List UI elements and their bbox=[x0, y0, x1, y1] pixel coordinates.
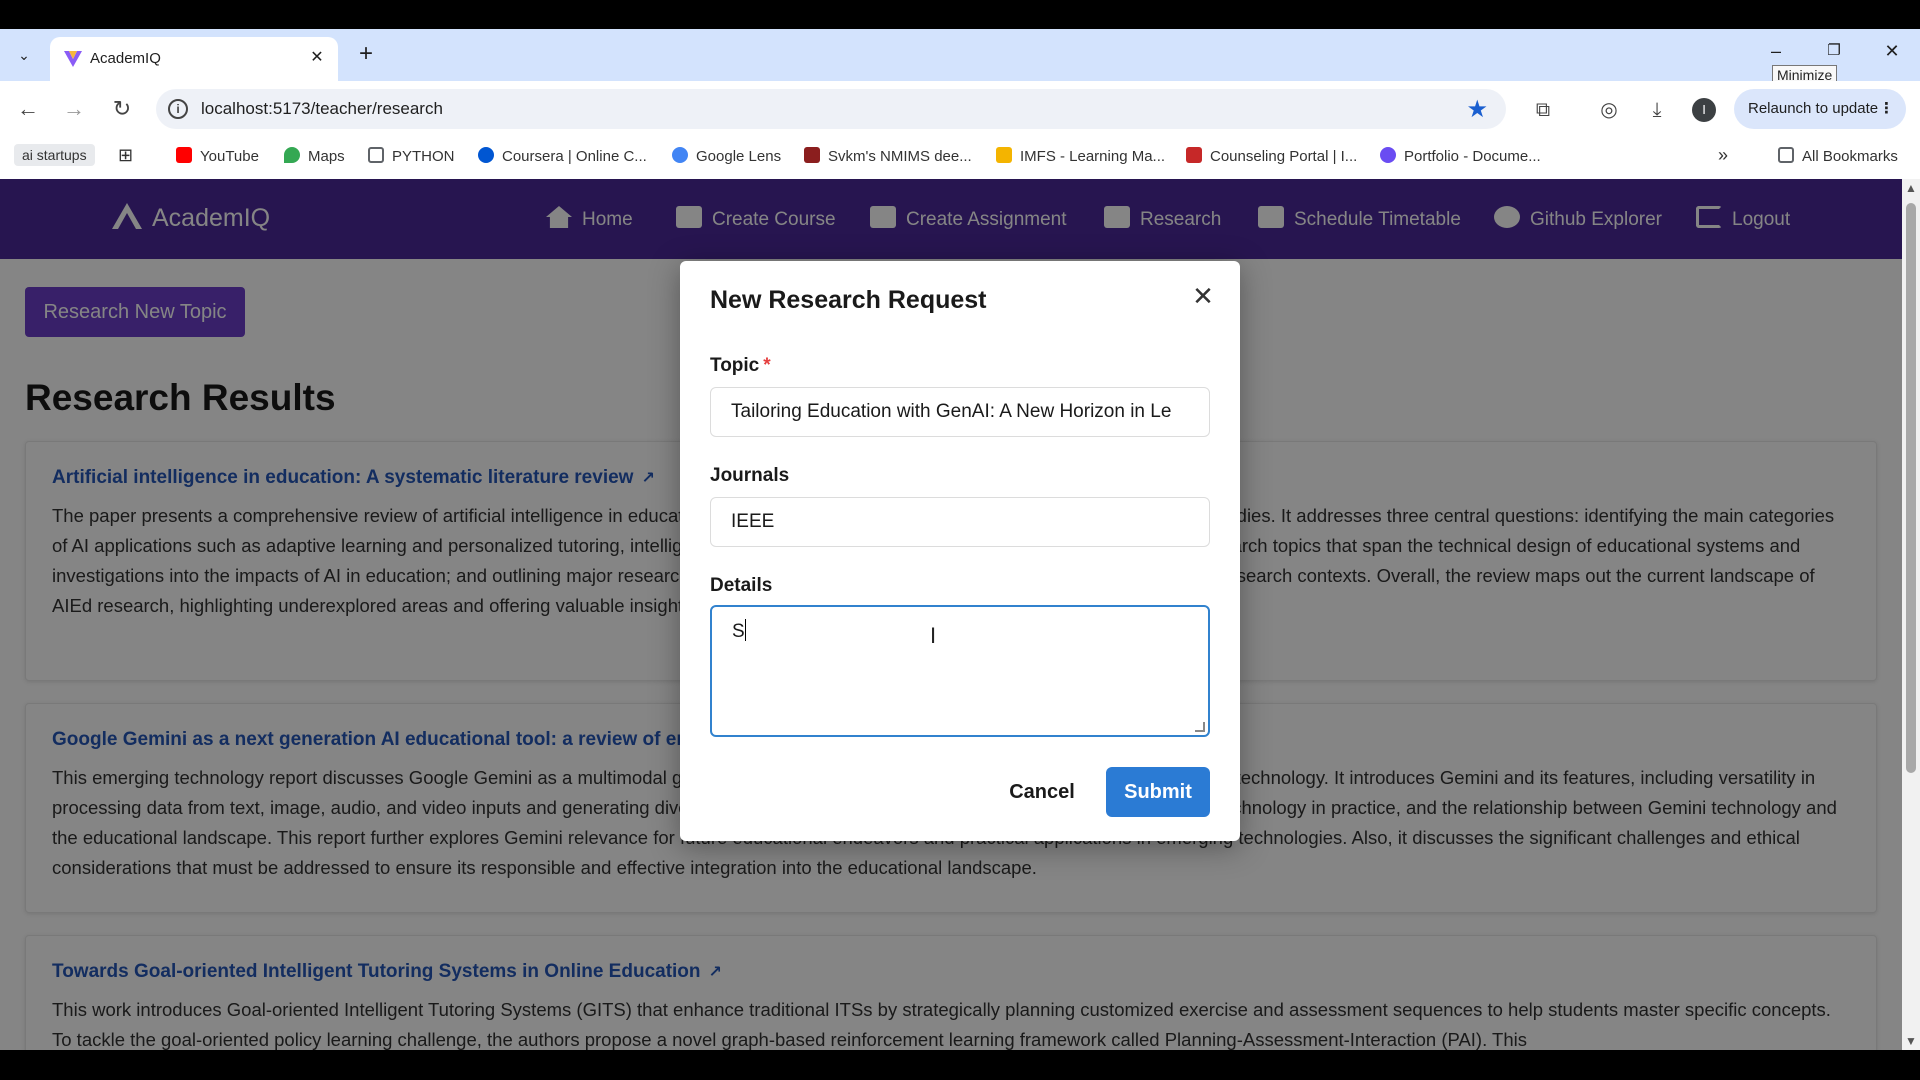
details-text: S bbox=[732, 621, 745, 642]
minimize-icon[interactable]: – bbox=[1756, 37, 1796, 65]
journals-input[interactable]: IEEE bbox=[710, 497, 1210, 547]
relaunch-button[interactable]: Relaunch to update ⋮ bbox=[1734, 89, 1906, 129]
coursera-icon bbox=[478, 147, 494, 163]
required-marker: * bbox=[763, 355, 771, 376]
bookmark-label: PYTHON bbox=[392, 148, 455, 165]
bookmark-label: Counseling Portal | I... bbox=[1210, 148, 1358, 165]
web-app: AcademIQ Home Create Course Create Assig… bbox=[0, 179, 1902, 1050]
bookmark-label: YouTube bbox=[200, 148, 259, 165]
bookmark-label: Maps bbox=[308, 148, 345, 165]
bookmarks-bar: ai startups ⊞ YouTube Maps PYTHON Course… bbox=[0, 137, 1920, 179]
page-scrollbar[interactable]: ▲ ▼ bbox=[1902, 179, 1920, 1050]
scroll-up-icon[interactable]: ▲ bbox=[1905, 181, 1917, 195]
all-bookmarks-label: All Bookmarks bbox=[1802, 148, 1898, 165]
browser-chrome: ⌄ AcademIQ ✕ + – ❐ ✕ Minimize ← → ↻ i lo… bbox=[0, 29, 1920, 179]
topic-label: Topic * bbox=[710, 355, 771, 377]
new-tab-icon[interactable]: + bbox=[352, 41, 380, 69]
bookmark-label: Coursera | Online C... bbox=[502, 148, 647, 165]
download-icon[interactable]: ⤓ bbox=[1644, 97, 1670, 123]
tab-strip: ⌄ AcademIQ ✕ + – ❐ ✕ Minimize bbox=[0, 29, 1920, 85]
portfolio-icon bbox=[1380, 147, 1396, 163]
tab-title: AcademIQ bbox=[90, 50, 161, 67]
maps-icon bbox=[284, 147, 300, 163]
details-textarea[interactable]: S I bbox=[710, 605, 1210, 737]
all-bookmarks[interactable]: All Bookmarks bbox=[1778, 147, 1898, 165]
site-info-icon[interactable]: i bbox=[168, 99, 188, 119]
bookmark-google-lens[interactable]: Google Lens bbox=[672, 147, 781, 165]
nmims-icon bbox=[804, 147, 820, 163]
topic-input[interactable]: Tailoring Education with GenAI: A New Ho… bbox=[710, 387, 1210, 437]
apps-grid-icon[interactable]: ⊞ bbox=[118, 145, 133, 166]
journals-label: Journals bbox=[710, 465, 790, 486]
url-text: localhost:5173/teacher/research bbox=[201, 99, 443, 118]
submit-button[interactable]: Submit bbox=[1106, 767, 1210, 817]
browser-tab-academiq[interactable]: AcademIQ ✕ bbox=[50, 37, 338, 81]
bookmark-label: Svkm's NMIMS dee... bbox=[828, 148, 972, 165]
cancel-button[interactable]: Cancel bbox=[992, 767, 1092, 817]
bookmark-counseling-portal[interactable]: Counseling Portal | I... bbox=[1186, 147, 1357, 165]
bookmark-portfolio[interactable]: Portfolio - Docume... bbox=[1380, 147, 1541, 165]
relaunch-label: Relaunch to update bbox=[1748, 100, 1879, 117]
restore-icon[interactable]: ❐ bbox=[1814, 37, 1854, 65]
scroll-thumb[interactable] bbox=[1906, 203, 1916, 773]
screen: ⌄ AcademIQ ✕ + – ❐ ✕ Minimize ← → ↻ i lo… bbox=[0, 0, 1920, 1080]
bookmark-star-icon[interactable]: ★ bbox=[1466, 95, 1488, 124]
address-bar[interactable]: i localhost:5173/teacher/research ★ bbox=[156, 89, 1506, 129]
imfs-icon bbox=[996, 147, 1012, 163]
extensions-icon[interactable]: ⧉ bbox=[1530, 97, 1556, 123]
new-research-request-dialog: New Research Request ✕ Topic * Tailoring … bbox=[680, 261, 1240, 841]
reload-icon[interactable]: ↻ bbox=[108, 95, 136, 123]
close-icon[interactable]: ✕ bbox=[1188, 281, 1218, 311]
bookmark-label: Google Lens bbox=[696, 148, 782, 165]
text-cursor-icon: I bbox=[930, 623, 937, 648]
bookmark-python-folder[interactable]: PYTHON bbox=[368, 147, 455, 165]
tab-search-dropdown-icon[interactable]: ⌄ bbox=[12, 43, 36, 67]
menu-dots-icon: ⋮ bbox=[1879, 100, 1894, 117]
counseling-icon bbox=[1186, 147, 1202, 163]
bookmark-coursera[interactable]: Coursera | Online C... bbox=[478, 147, 647, 165]
bookmark-label: IMFS - Learning Ma... bbox=[1020, 148, 1166, 165]
details-label: Details bbox=[710, 575, 773, 596]
resize-handle-icon[interactable] bbox=[1195, 722, 1205, 732]
tab-close-icon[interactable]: ✕ bbox=[306, 47, 328, 69]
youtube-icon bbox=[176, 147, 192, 163]
profile-avatar[interactable]: I bbox=[1692, 98, 1716, 122]
bookmark-maps[interactable]: Maps bbox=[284, 147, 345, 165]
dialog-title: New Research Request bbox=[710, 286, 987, 314]
performance-icon[interactable]: ◎ bbox=[1596, 97, 1622, 123]
more-bookmarks-icon[interactable]: » bbox=[1718, 145, 1728, 166]
forward-icon[interactable]: → bbox=[60, 95, 88, 123]
academiq-favicon-icon bbox=[64, 51, 82, 67]
bookmark-label: Portfolio - Docume... bbox=[1404, 148, 1541, 165]
text-caret bbox=[744, 619, 746, 641]
back-icon[interactable]: ← bbox=[14, 95, 42, 123]
bookmark-ai-startups[interactable]: ai startups bbox=[14, 144, 95, 166]
folder-icon bbox=[368, 147, 384, 163]
bookmark-imfs[interactable]: IMFS - Learning Ma... bbox=[996, 147, 1165, 165]
bookmark-nmims[interactable]: Svkm's NMIMS dee... bbox=[804, 147, 972, 165]
topic-label-text: Topic bbox=[710, 355, 760, 376]
close-window-icon[interactable]: ✕ bbox=[1872, 37, 1912, 65]
bookmark-youtube[interactable]: YouTube bbox=[176, 147, 259, 165]
google-lens-icon bbox=[672, 147, 688, 163]
browser-toolbar: ← → ↻ i localhost:5173/teacher/research … bbox=[0, 81, 1920, 137]
folder-icon bbox=[1778, 147, 1794, 163]
scroll-down-icon[interactable]: ▼ bbox=[1905, 1034, 1917, 1048]
